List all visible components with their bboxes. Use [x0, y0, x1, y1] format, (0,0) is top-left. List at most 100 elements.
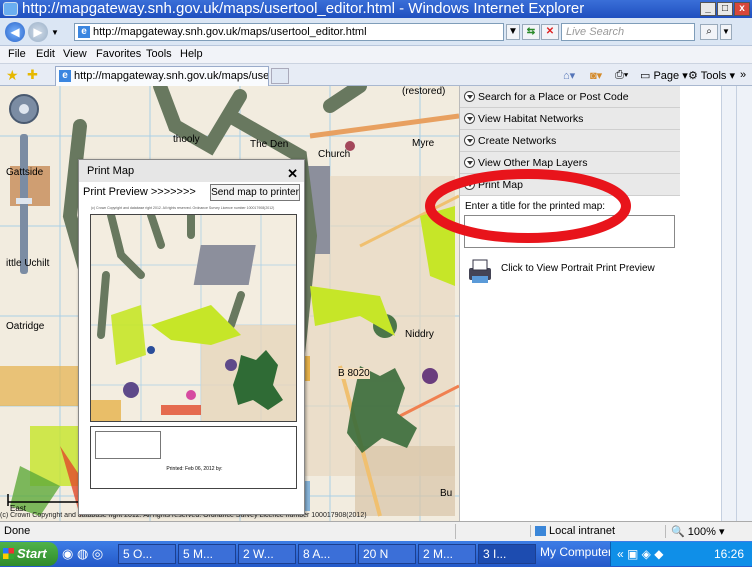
close-button[interactable]: x — [734, 2, 750, 16]
tools-menu[interactable]: ⚙ Tools ▾ — [688, 69, 735, 82]
window-scrollbar[interactable] — [736, 86, 752, 521]
map-label-thooly: thooly — [173, 134, 200, 145]
search-options-icon[interactable]: ▼ — [720, 24, 732, 40]
search-icon[interactable]: ⌕ — [700, 24, 718, 40]
expand-icon — [464, 91, 475, 102]
stop-icon[interactable]: ✕ — [541, 24, 559, 40]
map-label-b8020: B 8020 — [338, 368, 370, 379]
map-label-uchilt: ittle Uchilt — [6, 258, 50, 269]
chevron-icon[interactable]: » — [740, 69, 746, 81]
back-button[interactable]: ◀ — [5, 22, 25, 42]
menu-view[interactable]: View — [63, 48, 87, 60]
my-computer-toolbar[interactable]: My Computer — [540, 545, 612, 559]
page-menu[interactable]: ▭ Page ▾ — [640, 69, 688, 82]
print-icon[interactable]: ⎙▾ — [615, 69, 628, 82]
highlight-ellipse — [425, 169, 631, 243]
tab-row: ★ ✚ e http://mapgateway.snh.gov.uk/maps/… — [0, 64, 752, 86]
menu-tools[interactable]: Tools — [146, 48, 172, 60]
new-tab-button[interactable] — [271, 68, 289, 84]
taskbar-item-acrobat[interactable]: 8 A... — [298, 544, 356, 564]
panel-search-place[interactable]: Search for a Place or Post Code — [460, 86, 680, 108]
print-map-graphic — [91, 215, 296, 421]
inner-scrollbar[interactable] — [721, 86, 736, 521]
taskbar-item-notes[interactable]: 20 N — [358, 544, 416, 564]
map-label-myre: Myre — [412, 138, 435, 149]
home-icon[interactable]: ⌂▾ — [563, 69, 575, 82]
intranet-icon — [535, 526, 546, 536]
search-input[interactable]: Live Search — [561, 23, 695, 41]
map-label-church: Church — [318, 149, 351, 160]
quicklaunch-icons[interactable]: ◉ ◍ ◎ — [62, 546, 103, 562]
favorites-star-icon[interactable]: ★ — [6, 67, 19, 84]
address-url: http://mapgateway.snh.gov.uk/maps/userto… — [93, 26, 367, 38]
window-title-bar: http://mapgateway.snh.gov.uk/maps/userto… — [0, 0, 752, 18]
tab-page-icon: e — [59, 70, 71, 82]
print-dialog-header: Print Map ✕ — [79, 160, 304, 182]
print-preview-label: Print Preview >>>>>>> — [83, 186, 196, 198]
portrait-preview-link[interactable]: Click to View Portrait Print Preview — [501, 263, 655, 274]
map-label-bu: Bu — [440, 488, 453, 499]
start-label: Start — [17, 546, 47, 561]
page-menu-label: Page — [653, 70, 680, 82]
zoom-icon: 🔍 — [671, 526, 685, 538]
system-tray: « ▣ ◈ ◆ 16:26 — [610, 542, 752, 566]
address-dropdown-icon[interactable]: ▼ — [506, 24, 520, 40]
panel-item-label: View Habitat Networks — [478, 113, 584, 125]
forward-button[interactable]: ▶ — [28, 22, 48, 42]
taskbar-item-explorer[interactable]: 2 W... — [238, 544, 296, 564]
expand-icon — [464, 113, 475, 124]
panel-item-label: Create Networks — [478, 135, 557, 147]
windows-flag-icon — [3, 548, 14, 559]
start-button[interactable]: Start — [0, 542, 58, 566]
refresh-icon[interactable]: ⇆ — [522, 24, 540, 40]
close-icon[interactable]: ✕ — [287, 163, 298, 185]
zoom-dropdown-icon: ▾ — [718, 526, 725, 538]
printed-date: Printed: Feb 06, 2012 by: — [166, 466, 223, 472]
menu-file[interactable]: File — [8, 48, 26, 60]
clock: 16:26 — [714, 547, 745, 561]
map-label-the-den: The Den — [250, 139, 289, 150]
print-copyright: (c) Crown Copyright and database right 2… — [91, 206, 275, 210]
minimize-button[interactable]: _ — [700, 2, 716, 16]
maximize-button[interactable]: □ — [717, 2, 733, 16]
history-dropdown-icon[interactable]: ▼ — [51, 28, 59, 37]
panel-create-networks[interactable]: Create Networks — [460, 130, 680, 152]
zone-label: Local intranet — [549, 525, 616, 537]
tab-label: http://mapgateway.snh.gov.uk/maps/userto… — [74, 70, 269, 82]
ie-app-icon — [3, 2, 18, 16]
browser-tab[interactable]: e http://mapgateway.snh.gov.uk/maps/user… — [55, 66, 269, 86]
map-label-gattside: Gattside — [6, 167, 44, 178]
send-to-printer-button[interactable]: Send map to printer — [210, 184, 300, 201]
taskbar-item-ie[interactable]: 3 I... — [478, 544, 536, 564]
zoom-control[interactable]: 🔍 100% ▾ — [665, 525, 725, 538]
map-label-restored: (restored) — [402, 86, 446, 97]
ie-page-icon: e — [78, 26, 90, 38]
status-text: Done — [4, 525, 31, 537]
panel-view-habitat[interactable]: View Habitat Networks — [460, 108, 680, 130]
tray-icons[interactable]: « ▣ ◈ ◆ — [617, 542, 663, 566]
address-input[interactable]: e http://mapgateway.snh.gov.uk/maps/user… — [74, 23, 504, 41]
menu-edit[interactable]: Edit — [36, 48, 55, 60]
print-footer: Printed: Feb 06, 2012 by: — [90, 426, 297, 489]
window-title: http://mapgateway.snh.gov.uk/maps/userto… — [22, 0, 585, 17]
map-label-niddry: Niddry — [405, 329, 434, 340]
tool-panel: Search for a Place or Post Code View Hab… — [459, 86, 680, 521]
printer-icon[interactable] — [465, 258, 495, 286]
menu-bar: File Edit View Favorites Tools Help — [0, 46, 752, 64]
zoom-level: 100% — [687, 526, 716, 538]
expand-icon — [464, 135, 475, 146]
menu-help[interactable]: Help — [180, 48, 203, 60]
print-dialog-title: Print Map — [87, 165, 135, 177]
tools-menu-label: Tools — [700, 70, 727, 82]
status-bar: Done Local intranet 🔍 100% ▾ — [0, 521, 752, 541]
add-favorite-icon[interactable]: ✚ — [27, 67, 38, 83]
taskbar-item-excel[interactable]: 2 M... — [418, 544, 476, 564]
taskbar-item-outlook[interactable]: 5 O... — [118, 544, 176, 564]
feeds-icon[interactable]: ◙▾ — [590, 69, 602, 82]
taskbar: Start ◉ ◍ ◎ 5 O... 5 M... 2 W... 8 A... … — [0, 541, 752, 567]
search-placeholder: Live Search — [566, 26, 625, 38]
menu-favorites[interactable]: Favorites — [96, 48, 141, 60]
address-toolbar: ◀ ▶ ▼ e http://mapgateway.snh.gov.uk/map… — [0, 18, 752, 46]
taskbar-item-word[interactable]: 5 M... — [178, 544, 236, 564]
logo-placeholder-icon — [95, 431, 161, 459]
